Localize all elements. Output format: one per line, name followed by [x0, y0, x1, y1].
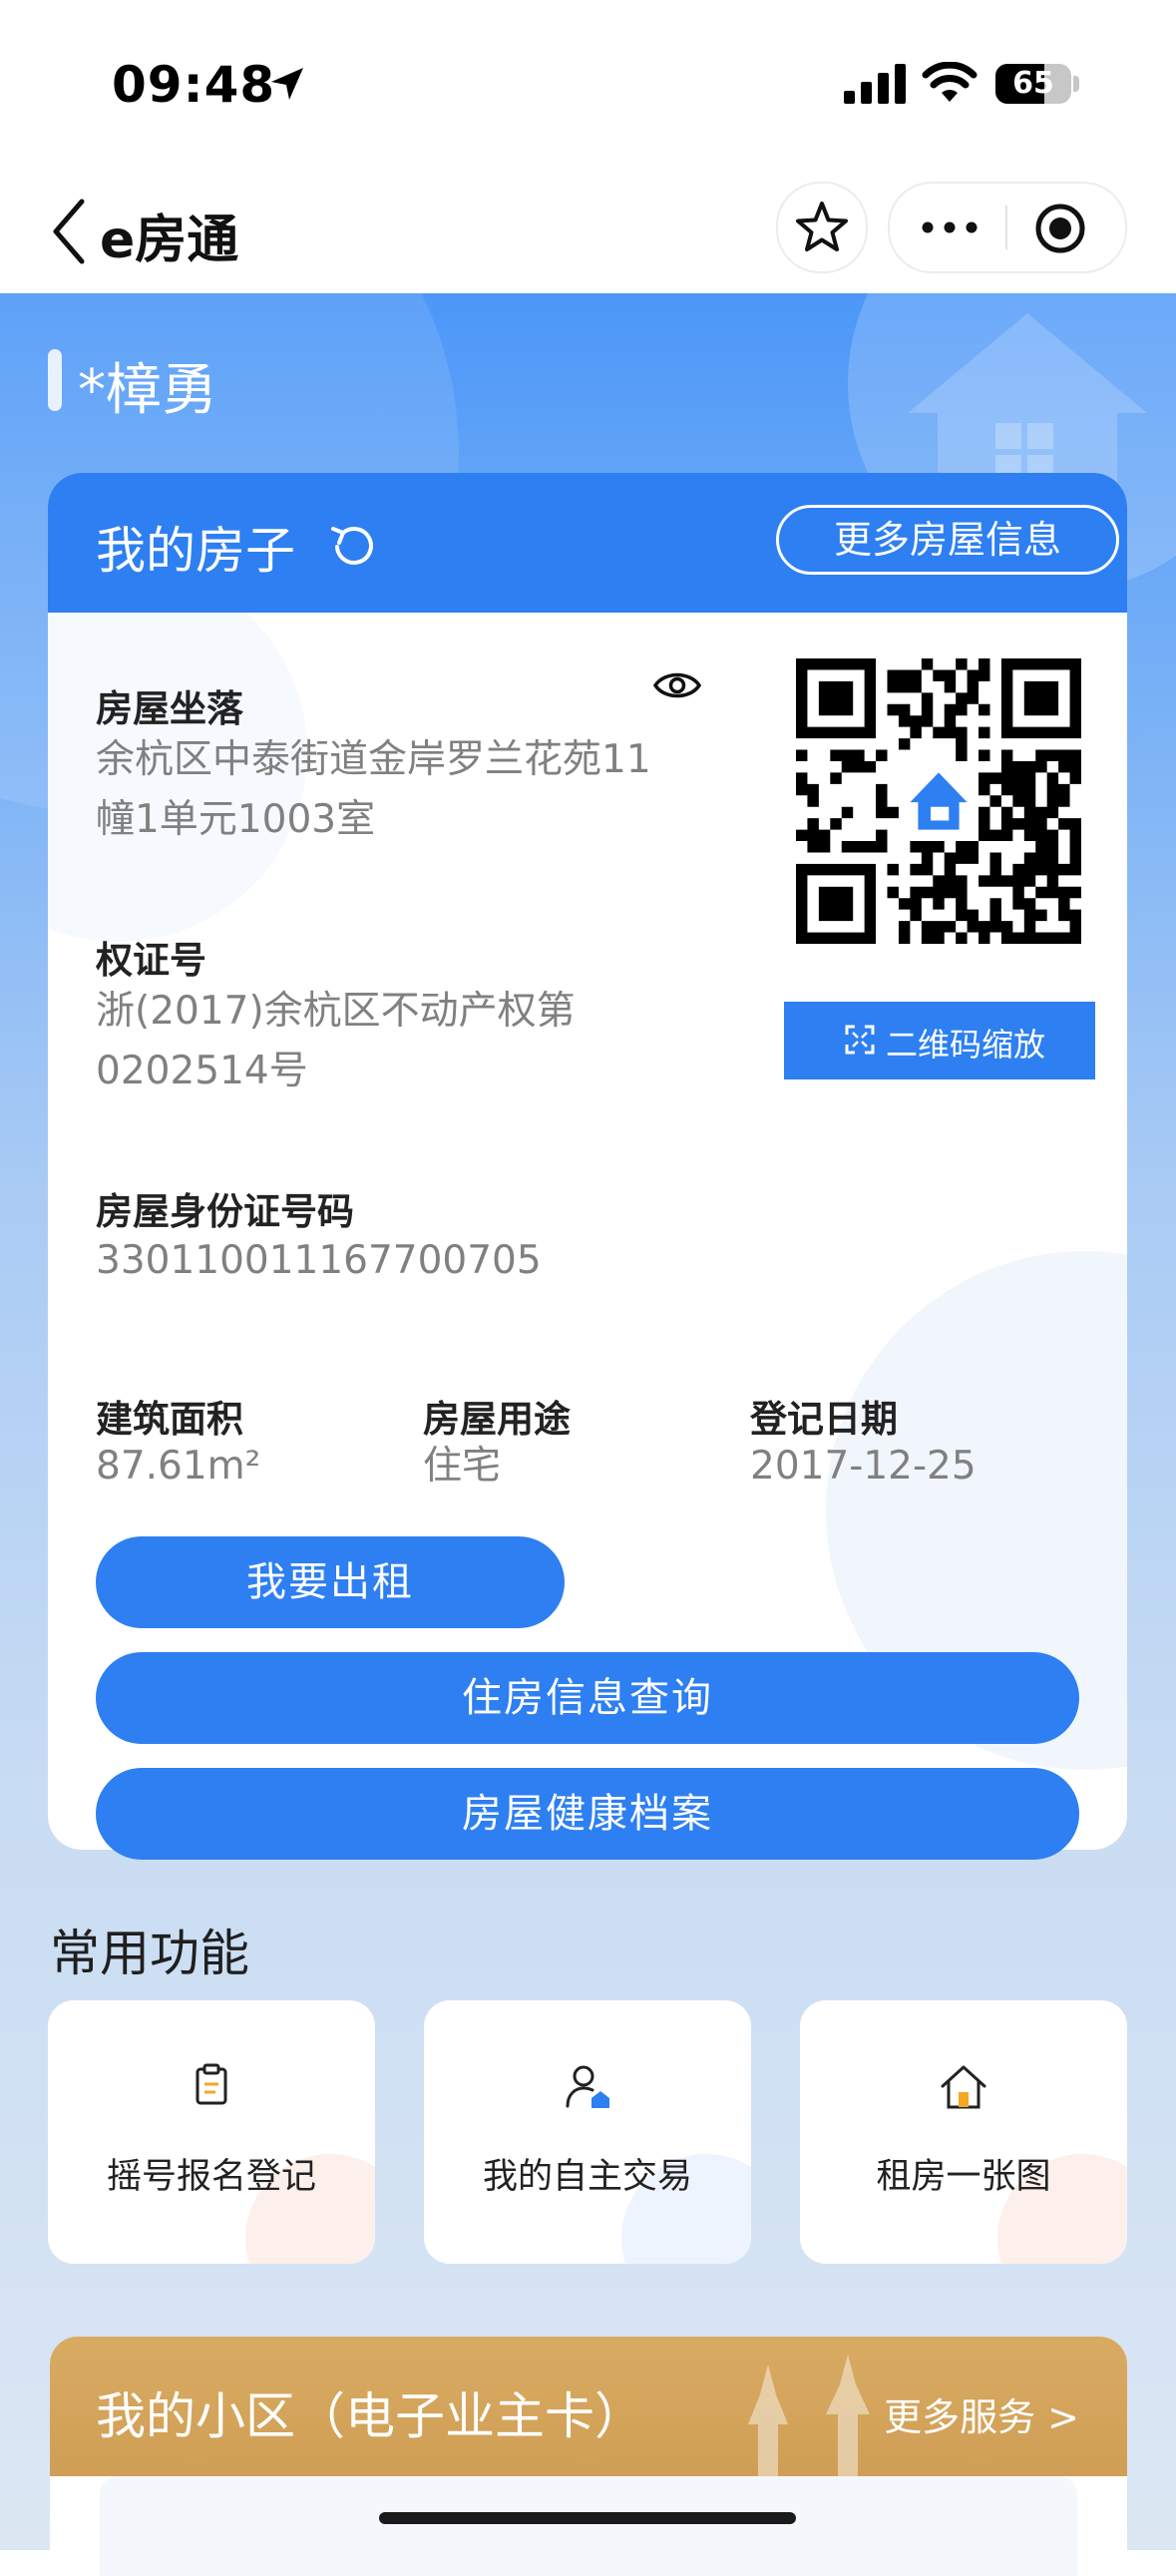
tile-label: 租房一张图 — [876, 2157, 1051, 2197]
refresh-icon[interactable] — [329, 521, 377, 569]
favorite-button[interactable] — [776, 182, 868, 273]
area-label: 建筑面积 — [96, 1398, 243, 1441]
area-value: 87.61m² — [96, 1444, 261, 1489]
certificate-value: 浙(2017)余杭区不动产权第 0202514号 — [96, 982, 576, 1101]
register-date-label: 登记日期 — [750, 1398, 898, 1441]
location-label: 房屋坐落 — [96, 687, 243, 730]
my-house-card: 我的房子 更多房屋信息 房屋坐落 余杭区中泰街道金岸罗兰花苑11 幢1单元100… — [48, 473, 1127, 1850]
estate-title: 我的小区（电子业主卡） — [96, 2387, 644, 2445]
self-transaction-tile[interactable]: 我的自主交易 — [424, 2000, 751, 2264]
star-icon — [796, 202, 848, 251]
rent-out-button[interactable]: 我要出租 — [96, 1536, 565, 1628]
lottery-registration-tile[interactable]: 摇号报名登记 — [48, 2000, 375, 2264]
location-value-line: 幢1单元1003室 — [96, 797, 376, 842]
qr-house-logo — [910, 772, 968, 830]
owner-name: *樟勇 — [78, 358, 217, 423]
status-time: 09:48 — [112, 56, 276, 114]
page-title: e房通 — [100, 211, 239, 270]
usage-value: 住宅 — [423, 1444, 502, 1489]
owner-indicator — [48, 349, 62, 411]
more-house-info-button[interactable]: 更多房屋信息 — [776, 505, 1119, 575]
battery-indicator: 65 — [995, 64, 1071, 104]
user-house-icon — [566, 2065, 609, 2108]
home-indicator[interactable] — [379, 2512, 796, 2524]
certificate-value-line: 浙(2017)余杭区不动产权第 — [96, 989, 576, 1034]
certificate-label: 权证号 — [96, 939, 206, 982]
cellular-signal-icon — [844, 64, 906, 104]
more-dots-icon[interactable] — [920, 215, 980, 239]
navigation-bar: e房通 — [0, 170, 1176, 293]
house-id-label: 房屋身份证号码 — [96, 1190, 354, 1233]
location-value: 余杭区中泰街道金岸罗兰花苑11 幢1单元1003室 — [96, 730, 651, 850]
tile-label: 我的自主交易 — [482, 2157, 692, 2197]
card-header: 我的房子 更多房屋信息 — [48, 473, 1127, 613]
battery-tip — [1073, 76, 1079, 92]
location-value-line: 余杭区中泰街道金岸罗兰花苑11 — [96, 737, 651, 782]
certificate-value-line: 0202514号 — [96, 1049, 308, 1093]
register-date-value: 2017-12-25 — [750, 1444, 977, 1489]
housing-info-query-button[interactable]: 住房信息查询 — [96, 1652, 1079, 1744]
battery-percent: 65 — [1012, 66, 1054, 101]
common-functions-title: 常用功能 — [50, 1925, 249, 1982]
estate-inner-panel — [100, 2476, 1077, 2576]
tile-label: 摇号报名登记 — [106, 2157, 316, 2197]
wifi-icon — [922, 62, 978, 102]
rental-map-tile[interactable]: 租房一张图 — [800, 2000, 1127, 2264]
usage-label: 房屋用途 — [423, 1398, 571, 1441]
more-services-link[interactable]: 更多服务 > — [884, 2386, 1079, 2441]
house-health-record-button[interactable]: 房屋健康档案 — [96, 1768, 1079, 1860]
clipboard-icon — [196, 2063, 227, 2105]
my-estate-card[interactable]: 我的小区（电子业主卡） 更多服务 > — [50, 2337, 1127, 2576]
house-qr-code[interactable] — [796, 658, 1081, 944]
eye-icon[interactable] — [652, 668, 702, 702]
qr-zoom-label: 二维码缩放 — [886, 1026, 1046, 1064]
qr-zoom-button[interactable]: 二维码缩放 — [784, 1002, 1095, 1079]
location-arrow-icon — [271, 68, 303, 100]
card-title: 我的房子 — [96, 522, 295, 580]
target-circle-icon[interactable] — [1033, 202, 1087, 255]
house-icon — [941, 2065, 986, 2109]
mini-program-capsule — [888, 182, 1127, 273]
expand-icon — [845, 1025, 875, 1055]
house-id-value: 330110011167700705 — [96, 1238, 542, 1283]
status-bar: 09:48 65 — [0, 0, 1176, 170]
capsule-divider — [1005, 206, 1007, 249]
chevron-left-icon[interactable] — [48, 196, 88, 267]
